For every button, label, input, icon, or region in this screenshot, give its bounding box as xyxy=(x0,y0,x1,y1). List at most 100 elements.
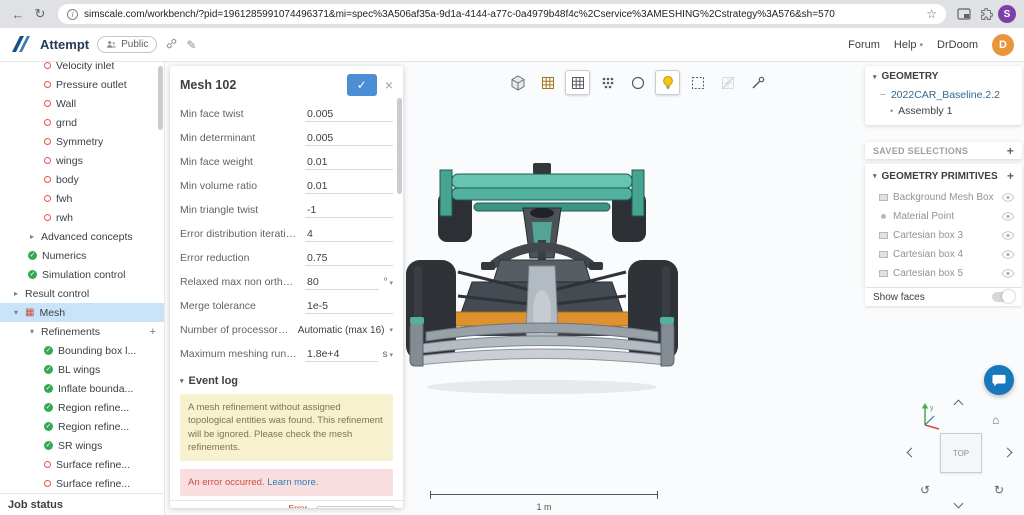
box-select-icon[interactable] xyxy=(685,70,710,95)
tree-item-inflate-bounda[interactable]: ✓Inflate bounda... xyxy=(0,379,164,398)
extensions-icon[interactable] xyxy=(976,4,996,24)
field-input[interactable]: 0.75 xyxy=(305,251,393,266)
bookmark-star-icon[interactable]: ☆ xyxy=(926,7,937,21)
orbit-up-icon[interactable] xyxy=(954,400,964,410)
field-value[interactable]: 0.75 xyxy=(305,251,393,266)
simscale-logo[interactable] xyxy=(10,34,32,56)
orbit-left-icon[interactable] xyxy=(907,448,917,458)
primitives-header[interactable]: ▾ GEOMETRY PRIMITIVES + xyxy=(865,164,1022,188)
view-cube[interactable]: TOP xyxy=(940,433,982,473)
panel-scrollbar[interactable] xyxy=(397,98,402,194)
rotate-cw-icon[interactable]: ↻ xyxy=(994,483,1004,497)
apply-button[interactable]: ✓ xyxy=(347,74,377,96)
field-input[interactable]: 80°▾ xyxy=(305,275,393,290)
primitive-row-material-point[interactable]: Material Point xyxy=(865,207,1022,226)
tree-item-wings[interactable]: wings xyxy=(0,151,164,170)
copy-link-icon[interactable] xyxy=(165,37,178,53)
close-icon[interactable]: × xyxy=(385,77,393,93)
primitive-row-background-mesh-box[interactable]: Background Mesh Box xyxy=(865,188,1022,207)
add-primitive-button[interactable]: + xyxy=(1007,169,1014,183)
reading-list-icon[interactable] xyxy=(954,4,974,24)
learn-more-link[interactable]: Learn more. xyxy=(267,477,318,488)
primitive-row-cartesian-box-3[interactable]: Cartesian box 3 xyxy=(865,226,1022,245)
assembly-item[interactable]: • Assembly 1 xyxy=(865,103,1022,122)
field-dropdown[interactable]: Automatic (max 16)▾ xyxy=(298,325,393,336)
tree-item-wall[interactable]: Wall xyxy=(0,94,164,113)
tree-item-advanced-concepts[interactable]: ▸Advanced concepts xyxy=(0,227,164,246)
geometry-item[interactable]: − 2022CAR_Baseline.2.2 xyxy=(865,87,1022,103)
visibility-eye-icon[interactable] xyxy=(1002,250,1014,259)
view-solid-icon[interactable] xyxy=(505,70,530,95)
visibility-eye-icon[interactable] xyxy=(1002,231,1014,240)
chat-button[interactable] xyxy=(984,365,1014,395)
tree-item-pressure-outlet[interactable]: Pressure outlet xyxy=(0,75,164,94)
clip-plane-icon[interactable] xyxy=(625,70,650,95)
mesh-quality-icon[interactable] xyxy=(655,70,680,95)
orbit-down-icon[interactable] xyxy=(954,499,964,509)
tree-item-velocity-inlet[interactable]: Velocity inlet xyxy=(0,62,164,75)
field-value[interactable]: 0.005 xyxy=(305,131,393,146)
public-badge[interactable]: Public xyxy=(97,36,157,53)
collapse-icon[interactable]: − xyxy=(880,90,886,101)
refresh-icon[interactable]: ↻ xyxy=(30,4,50,24)
collapse-icon[interactable]: ▾ xyxy=(28,327,36,336)
3d-viewport-model[interactable] xyxy=(402,162,682,405)
tree-item-refinements[interactable]: ▾Refinements+ xyxy=(0,322,164,341)
tree-scrollbar[interactable] xyxy=(158,66,163,130)
probe-point-icon[interactable] xyxy=(745,70,770,95)
unit-dropdown-icon[interactable]: ▾ xyxy=(389,279,393,287)
tree-item-result-control[interactable]: ▸Result control xyxy=(0,284,164,303)
select-nodes-icon[interactable] xyxy=(595,70,620,95)
tree-item-fwh[interactable]: fwh xyxy=(0,189,164,208)
site-info-icon[interactable]: i xyxy=(67,9,78,20)
field-input[interactable]: 1.8e+4s▾ xyxy=(305,347,393,362)
field-input[interactable]: 0.005 xyxy=(305,107,393,122)
visibility-eye-icon[interactable] xyxy=(1002,269,1014,278)
field-value[interactable]: 4 xyxy=(305,227,393,242)
tree-item-surface-refine[interactable]: Surface refine... xyxy=(0,474,164,493)
geometry-header[interactable]: ▾ GEOMETRY xyxy=(865,66,1022,87)
primitive-row-cartesian-box-5[interactable]: Cartesian box 5 xyxy=(865,264,1022,283)
visibility-eye-icon[interactable] xyxy=(1002,212,1014,221)
field-value[interactable]: 0.01 xyxy=(305,179,393,194)
browser-profile-avatar[interactable]: S xyxy=(998,5,1016,23)
nav-help[interactable]: Help ▾ xyxy=(894,39,923,51)
collapse-icon[interactable]: ▾ xyxy=(12,308,20,317)
expand-icon[interactable]: ▸ xyxy=(28,232,36,241)
field-value[interactable]: 80 xyxy=(305,275,379,290)
tree-item-grnd[interactable]: grnd xyxy=(0,113,164,132)
tree-item-mesh[interactable]: ▾▦Mesh xyxy=(0,303,164,322)
tree-item-region-refine[interactable]: ✓Region refine... xyxy=(0,417,164,436)
view-surface-mesh-icon[interactable] xyxy=(565,70,590,95)
tree-item-sr-wings[interactable]: ✓SR wings xyxy=(0,436,164,455)
tree-item-region-refine[interactable]: ✓Region refine... xyxy=(0,398,164,417)
saved-selections-bar[interactable]: SAVED SELECTIONS + xyxy=(865,142,1022,159)
nav-forum[interactable]: Forum xyxy=(848,39,880,51)
generate-button[interactable]: ⚙ Generate xyxy=(316,506,395,508)
tree-item-numerics[interactable]: ✓Numerics xyxy=(0,246,164,265)
tree-item-bounding-box-l[interactable]: ✓Bounding box l... xyxy=(0,341,164,360)
view-mesh-icon[interactable] xyxy=(535,70,560,95)
show-faces-toggle[interactable] xyxy=(992,292,1014,302)
add-refinement-button[interactable]: + xyxy=(150,326,156,338)
edit-icon[interactable]: ✎ xyxy=(186,38,196,52)
orbit-right-icon[interactable] xyxy=(1003,448,1013,458)
tree-item-symmetry[interactable]: Symmetry xyxy=(0,132,164,151)
field-value[interactable]: 0.01 xyxy=(305,155,393,170)
field-input[interactable]: -1 xyxy=(305,203,393,218)
field-input[interactable]: 0.01 xyxy=(305,179,393,194)
tree-item-simulation-control[interactable]: ✓Simulation control xyxy=(0,265,164,284)
rotate-ccw-icon[interactable]: ↺ xyxy=(920,483,930,497)
field-input[interactable]: 0.005 xyxy=(305,131,393,146)
event-log-header[interactable]: ▾ Event log xyxy=(170,366,403,390)
field-value[interactable]: 1.8e+4 xyxy=(305,347,378,362)
user-avatar[interactable]: D xyxy=(992,34,1014,56)
field-value[interactable]: -1 xyxy=(305,203,393,218)
tree-item-bl-wings[interactable]: ✓BL wings xyxy=(0,360,164,379)
username[interactable]: DrDoom xyxy=(937,39,978,51)
home-view-icon[interactable]: ⌂ xyxy=(992,413,999,427)
tree-item-surface-refine[interactable]: Surface refine... xyxy=(0,455,164,474)
hide-faces-icon[interactable] xyxy=(715,70,740,95)
field-input[interactable]: 0.01 xyxy=(305,155,393,170)
tree-item-rwh[interactable]: rwh xyxy=(0,208,164,227)
